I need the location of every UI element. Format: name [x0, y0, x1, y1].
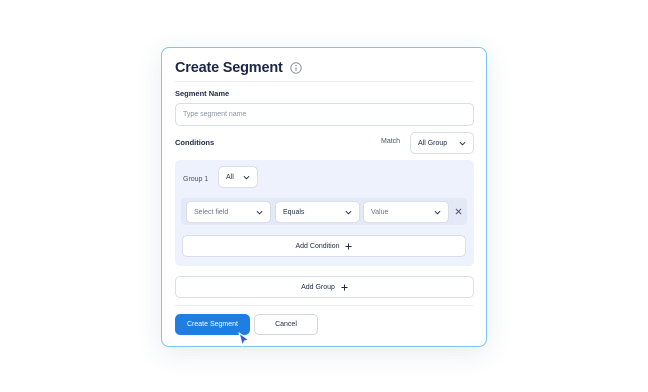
conditions-label: Conditions [175, 138, 215, 147]
condition-group: Group 1 All Select field Equals Value Ad… [175, 160, 474, 266]
chevron-down-icon [243, 175, 250, 179]
cancel-button[interactable]: Cancel [254, 314, 318, 335]
group-logic-select[interactable]: All [218, 166, 258, 188]
header-divider [175, 81, 473, 82]
create-segment-dialog: Create Segment Segment Name Type segment… [161, 47, 487, 347]
chevron-down-icon [434, 210, 441, 214]
group-logic-value: All [226, 173, 234, 181]
plus-icon [345, 242, 353, 250]
add-condition-label: Add Condition [295, 242, 340, 250]
segment-name-input[interactable]: Type segment name [175, 103, 474, 126]
dialog-title: Create Segment [175, 60, 283, 76]
add-condition-button[interactable]: Add Condition [182, 235, 466, 257]
value-select-placeholder: Value [371, 208, 389, 216]
chevron-down-icon [345, 210, 352, 214]
cursor-pointer-icon [238, 332, 250, 347]
operator-select-value: Equals [283, 208, 305, 216]
match-label: Match [381, 138, 401, 145]
chevron-down-icon [256, 210, 263, 214]
dialog-header: Create Segment [175, 60, 302, 76]
add-group-button[interactable]: Add Group [175, 276, 474, 298]
field-select[interactable]: Select field [186, 201, 271, 223]
add-group-label: Add Group [301, 283, 335, 291]
match-select-value: All Group [418, 139, 448, 147]
close-icon[interactable] [455, 208, 462, 215]
chevron-down-icon [459, 141, 466, 145]
field-select-placeholder: Select field [194, 208, 229, 216]
condition-row: Select field Equals Value [181, 198, 467, 225]
plus-icon [341, 283, 348, 291]
segment-name-label: Segment Name [175, 89, 230, 98]
info-icon[interactable] [289, 62, 302, 74]
footer-divider [175, 305, 473, 306]
match-select[interactable]: All Group [410, 132, 474, 154]
group-label: Group 1 [183, 176, 209, 183]
operator-select[interactable]: Equals [275, 201, 360, 223]
value-select[interactable]: Value [363, 201, 449, 223]
